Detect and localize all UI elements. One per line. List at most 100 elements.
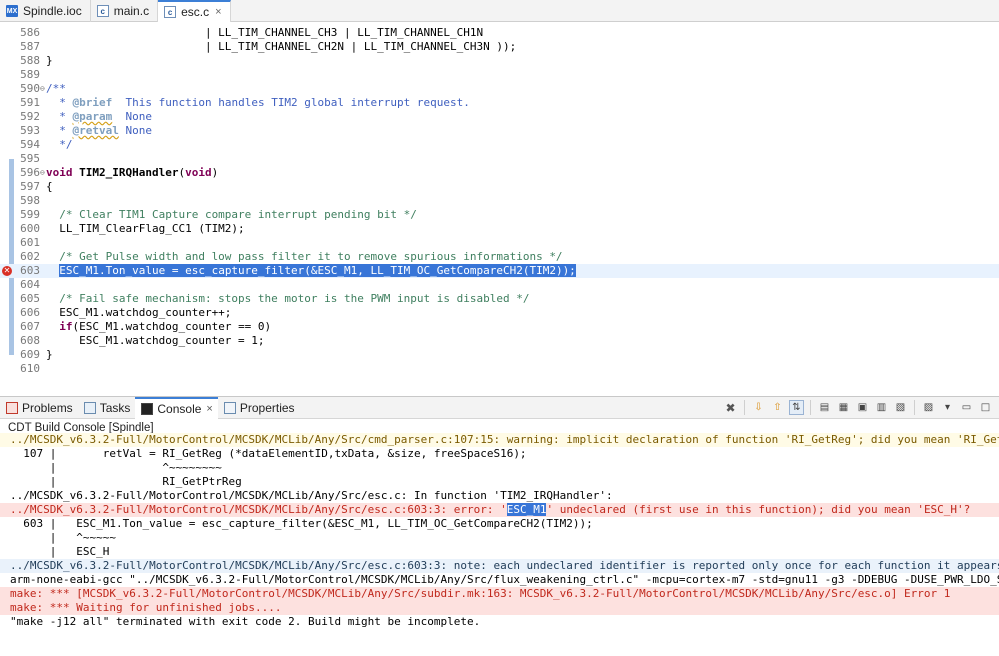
code-line-594[interactable]: 594 */ (0, 138, 999, 152)
code-text: | LL_TIM_CHANNEL_CH2N | LL_TIM_CHANNEL_C… (46, 40, 517, 53)
console-line-plain: "make -j12 all" terminated with exit cod… (10, 615, 481, 628)
code-line-602[interactable]: 602 /* Get Pulse width and low pass filt… (0, 250, 999, 264)
code-line-600[interactable]: 600 LL_TIM_ClearFlag_CC1 (TIM2); (0, 222, 999, 236)
code-line-601[interactable]: 601 (0, 236, 999, 250)
line-number: 600 (20, 222, 40, 235)
remove-launch-icon[interactable]: ✖ (723, 400, 738, 415)
panel-tab-label: Console (157, 401, 202, 416)
line-number: 596 (20, 166, 40, 179)
code-text: * @retval None (46, 124, 152, 137)
editor-tab-main-c[interactable]: c main.c (91, 0, 159, 22)
code-line-587[interactable]: 587 | LL_TIM_CHANNEL_CH2N | LL_TIM_CHANN… (0, 40, 999, 54)
mx-icon: MX (6, 5, 18, 17)
code-text: void TIM2_IRQHandler(void) (46, 166, 219, 179)
code-line-592[interactable]: 592 * @param None (0, 110, 999, 124)
toolbar-separator (744, 400, 745, 415)
code-text: LL_TIM_ClearFlag_CC1 (TIM2); (46, 222, 245, 235)
line-number: 604 (20, 278, 40, 291)
code-line-598[interactable]: 598 (0, 194, 999, 208)
code-text: /* Get Pulse width and low pass filter i… (46, 250, 563, 263)
code-editor[interactable]: 586 | LL_TIM_CHANNEL_CH3 | LL_TIM_CHANNE… (0, 22, 999, 378)
console-line-plain: | ^~~~~~~~~ (10, 461, 222, 474)
code-line-586[interactable]: 586 | LL_TIM_CHANNEL_CH3 | LL_TIM_CHANNE… (0, 26, 999, 40)
console-line-plain: arm-none-eabi-gcc "../MCSDK_v6.3.2-Full/… (10, 573, 999, 586)
code-line-593[interactable]: 593 * @retval None (0, 124, 999, 138)
c-file-icon: c (96, 5, 109, 17)
code-line-611[interactable]: 611 /****************** (C) COPYRIGHT 202… (0, 376, 999, 378)
line-number: 588 (20, 54, 40, 67)
line-number: 608 (20, 334, 40, 347)
code-text: * @param None (46, 110, 152, 123)
new-console-icon[interactable]: ▨ (921, 400, 936, 415)
editor-tab-bar: MX Spindle.ioc c main.c c esc.c × (0, 0, 999, 22)
code-line-590[interactable]: 590 ⊖/** (0, 82, 999, 96)
open-console-icon[interactable]: ▾ (940, 400, 955, 415)
panel-tab-problems[interactable]: Problems (0, 397, 78, 419)
display-selected-console-icon[interactable]: ▧ (893, 400, 908, 415)
problems-icon (6, 401, 18, 414)
code-line-591[interactable]: 591 * @brief This function handles TIM2 … (0, 96, 999, 110)
code-line-588[interactable]: 588} (0, 54, 999, 68)
code-line-589[interactable]: 589 (0, 68, 999, 82)
console-line-warn: ../MCSDK_v6.3.2-Full/MotorControl/MCSDK/… (0, 433, 999, 447)
code-text: /* Fail safe mechanism: stops the motor … (46, 292, 530, 305)
editor-tab-spindle-ioc[interactable]: MX Spindle.ioc (0, 0, 91, 22)
copy-console-icon[interactable]: ▥ (874, 400, 889, 415)
scroll-up-icon[interactable]: ⇧ (770, 400, 785, 415)
close-icon[interactable]: × (215, 6, 221, 18)
code-line-599[interactable]: 599 /* Clear TIM1 Capture compare interr… (0, 208, 999, 222)
code-line-605[interactable]: 605 /* Fail safe mechanism: stops the mo… (0, 292, 999, 306)
code-line-596[interactable]: 596 ⊖ void TIM2_IRQHandler(void) (0, 166, 999, 180)
bottom-panel: Problems Tasks Console × Properties ✖ ⇩ ⇧ ⇅ ▤ ▦ ▣ ▥… (0, 396, 999, 656)
panel-tab-label: Problems (22, 400, 73, 415)
console-line-plain: | RI_GetPtrReg (10, 475, 242, 488)
console-line-plain: | ^~~~~~ (10, 531, 116, 544)
editor-tab-label: main.c (113, 4, 150, 18)
console-output[interactable]: ../MCSDK_v6.3.2-Full/MotorControl/MCSDK/… (0, 433, 999, 656)
console-line-plain: ../MCSDK_v6.3.2-Full/MotorControl/MCSDK/… (10, 489, 613, 502)
console-line-plain: | ESC_H (10, 545, 110, 558)
error-marker-icon[interactable]: ✕ (2, 266, 12, 276)
editor-tab-label: Spindle.ioc (23, 4, 82, 18)
panel-tab-label: Properties (239, 400, 295, 415)
properties-icon (223, 401, 236, 414)
line-number: 594 (20, 138, 40, 151)
line-number: 599 (20, 208, 40, 221)
code-line-603[interactable]: ✕ 603 ESC_M1.Ton_value = esc_capture_filt… (0, 264, 999, 278)
word-wrap-icon[interactable]: ▤ (817, 400, 832, 415)
line-number: 595 (20, 152, 40, 165)
minimize-icon[interactable]: ▭ (959, 400, 974, 415)
code-line-610[interactable]: 610 (0, 362, 999, 376)
code-text: { (46, 180, 53, 193)
line-number: 591 (20, 96, 40, 109)
line-number: 610 (20, 362, 40, 375)
code-text: ESC_M1.watchdog_counter = 1; (46, 334, 265, 347)
line-number: 590 (20, 82, 40, 95)
scroll-down-icon[interactable]: ⇩ (751, 400, 766, 415)
line-number: 607 (20, 320, 40, 333)
console-line-error: make: *** [MCSDK_v6.3.2-Full/MotorContro… (0, 587, 999, 601)
code-line-604[interactable]: 604 (0, 278, 999, 292)
panel-tab-console[interactable]: Console × (135, 396, 218, 419)
console-line-plain: 603 | ESC_M1.Ton_value = esc_capture_fil… (10, 517, 593, 530)
panel-tab-properties[interactable]: Properties (218, 397, 300, 419)
code-line-608[interactable]: 608 ESC_M1.watchdog_counter = 1; (0, 334, 999, 348)
close-icon[interactable]: × (206, 403, 212, 415)
clear-console-icon[interactable]: ▦ (836, 400, 851, 415)
fold-toggle-icon[interactable]: ⊖ (40, 166, 45, 180)
fold-toggle-icon[interactable]: ⊖ (40, 82, 45, 96)
pin-console-icon[interactable]: ▣ (855, 400, 870, 415)
code-line-597[interactable]: 597 { (0, 180, 999, 194)
maximize-icon[interactable]: □ (978, 400, 993, 415)
editor-tab-esc-c[interactable]: c esc.c × (158, 0, 231, 22)
panel-tab-tasks[interactable]: Tasks (78, 397, 136, 419)
selected-identifier: ESC_M1 (506, 503, 547, 516)
code-line-606[interactable]: 606 ESC_M1.watchdog_counter++; (0, 306, 999, 320)
tasks-icon (83, 401, 96, 414)
code-line-609[interactable]: 609} (0, 348, 999, 362)
code-line-595[interactable]: 595 (0, 152, 999, 166)
code-line-607[interactable]: 607 if(ESC_M1.watchdog_counter == 0) (0, 320, 999, 334)
console-icon (141, 402, 154, 415)
scroll-lock-icon[interactable]: ⇅ (789, 400, 804, 415)
code-text: * @brief This function handles TIM2 glob… (46, 96, 470, 109)
